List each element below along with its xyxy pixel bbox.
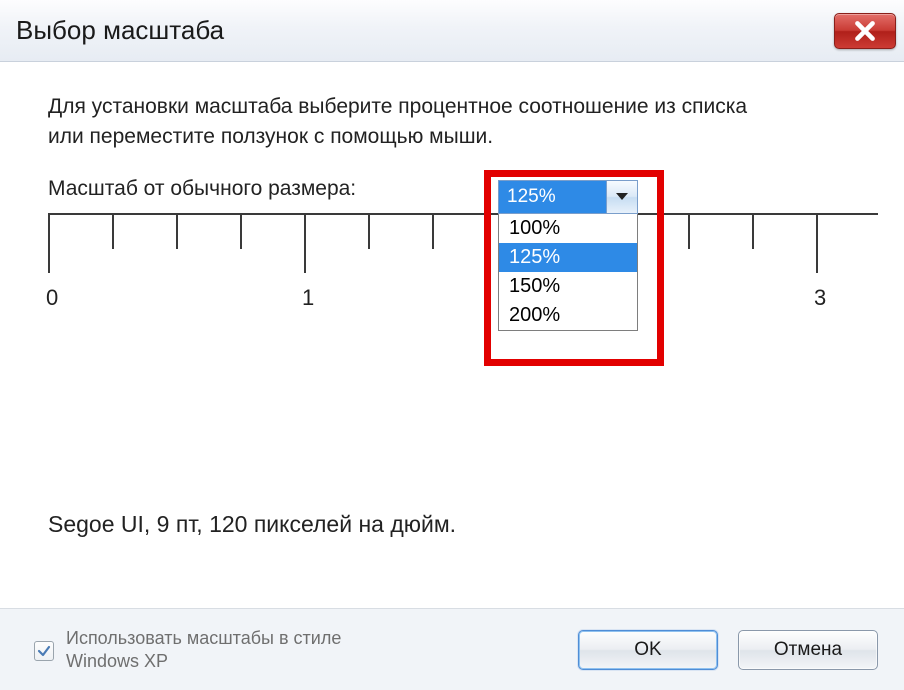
dialog-body: Для установки масштаба выберите процентн… xyxy=(0,62,904,690)
xp-style-checkbox[interactable] xyxy=(34,641,54,661)
xp-style-checkbox-label: Использовать масштабы в стиле Windows XP xyxy=(66,627,346,672)
instructions-text: Для установки масштаба выберите процентн… xyxy=(48,92,788,153)
dialog-footer: Использовать масштабы в стиле Windows XP… xyxy=(0,608,904,690)
ok-button[interactable]: OK xyxy=(578,630,718,670)
combobox-toggle[interactable] xyxy=(607,181,637,213)
scale-dropdown: 100% 125% 150% 200% xyxy=(498,214,638,331)
scale-option-125[interactable]: 125% xyxy=(499,243,637,272)
xp-style-checkbox-row[interactable]: Использовать масштабы в стиле Windows XP xyxy=(34,627,578,672)
close-button[interactable] xyxy=(834,13,896,49)
scale-selected-value: 125% xyxy=(499,181,607,213)
titlebar: Выбор масштаба xyxy=(0,0,904,62)
window-title: Выбор масштаба xyxy=(16,15,224,46)
scale-option-100[interactable]: 100% xyxy=(499,214,637,243)
checkmark-icon xyxy=(37,644,51,658)
cancel-button[interactable]: Отмена xyxy=(738,630,878,670)
ruler-label-1: 1 xyxy=(302,285,314,311)
chevron-down-icon xyxy=(615,192,629,202)
scale-label: Масштаб от обычного размера: xyxy=(48,177,356,201)
scale-option-200[interactable]: 200% xyxy=(499,301,637,330)
close-icon xyxy=(852,18,878,44)
scale-combobox[interactable]: 125% xyxy=(498,180,638,214)
ruler-area: 0 1 3 xyxy=(48,213,868,353)
ruler[interactable] xyxy=(48,213,878,275)
ruler-label-3: 3 xyxy=(814,285,826,311)
scale-option-150[interactable]: 150% xyxy=(499,272,637,301)
ruler-label-0: 0 xyxy=(46,285,58,311)
font-info-text: Segoe UI, 9 пт, 120 пикселей на дюйм. xyxy=(48,511,868,538)
